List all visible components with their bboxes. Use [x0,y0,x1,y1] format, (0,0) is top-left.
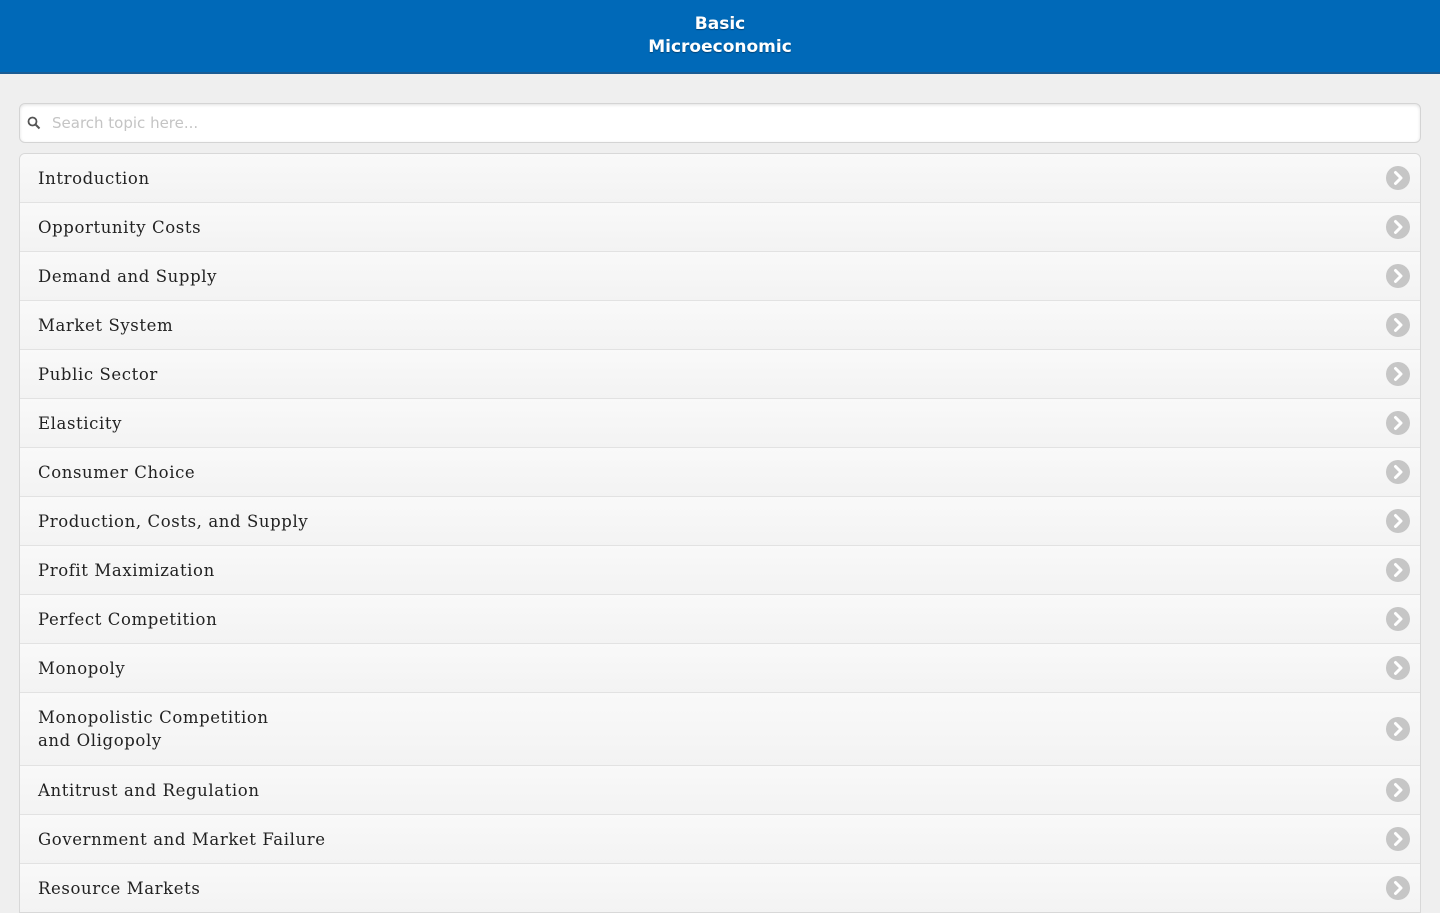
list-item-label: Resource Markets [38,878,201,898]
chevron-right-circle-icon [1386,558,1410,582]
list-item-label: Perfect Competition [38,609,218,629]
list-item[interactable]: Introduction [20,154,1420,202]
list-item[interactable]: Public Sector [20,349,1420,398]
list-item-label: Government and Market Failure [38,829,326,849]
chevron-right-circle-icon [1386,264,1410,288]
list-item[interactable]: Monopolistic Competition and Oligopoly [20,692,1420,765]
app-header: Basic Microeconomic [0,0,1440,74]
list-item[interactable]: Perfect Competition [20,594,1420,643]
list-item-label: Profit Maximization [38,560,215,580]
header-title-line2: Microeconomic [648,37,792,57]
chevron-right-circle-icon [1386,509,1410,533]
chevron-right-circle-icon [1386,876,1410,900]
list-item[interactable]: Resource Markets [20,863,1420,912]
search-icon [26,115,42,131]
list-item[interactable]: Profit Maximization [20,545,1420,594]
list-item[interactable]: Consumer Choice [20,447,1420,496]
chevron-right-circle-icon [1386,778,1410,802]
list-item[interactable]: Market System [20,300,1420,349]
list-item[interactable]: Demand and Supply [20,251,1420,300]
list-item-label: Monopoly [38,658,126,678]
list-item-label: Consumer Choice [38,462,196,482]
chevron-right-circle-icon [1386,313,1410,337]
list-item-label: Demand and Supply [38,266,218,286]
list-item-label: Public Sector [38,364,158,384]
list-item[interactable]: Production, Costs, and Supply [20,496,1420,545]
list-item-label: Production, Costs, and Supply [38,511,309,531]
chevron-right-circle-icon [1386,215,1410,239]
list-item[interactable]: Opportunity Costs [20,202,1420,251]
list-item-label: Opportunity Costs [38,217,202,237]
list-item-label: Market System [38,315,174,335]
chevron-right-circle-icon [1386,460,1410,484]
list-item[interactable]: Monopoly [20,643,1420,692]
topic-list: Introduction Opportunity Costs Demand an… [19,153,1421,913]
list-item[interactable]: Elasticity [20,398,1420,447]
header-title-line1: Basic [694,14,746,34]
search-input[interactable] [50,107,1394,139]
list-item-label: Antitrust and Regulation [38,780,260,800]
search-bar [19,103,1421,143]
chevron-right-circle-icon [1386,717,1410,741]
chevron-right-circle-icon [1386,362,1410,386]
chevron-right-circle-icon [1386,656,1410,680]
chevron-right-circle-icon [1386,166,1410,190]
chevron-right-circle-icon [1386,411,1410,435]
list-item-label: Introduction [38,168,150,188]
list-item-label: Monopolistic Competition and Oligopoly [38,708,269,750]
chevron-right-circle-icon [1386,827,1410,851]
list-item-label: Elasticity [38,413,123,433]
chevron-right-circle-icon [1386,607,1410,631]
list-item[interactable]: Government and Market Failure [20,814,1420,863]
list-item[interactable]: Antitrust and Regulation [20,765,1420,814]
